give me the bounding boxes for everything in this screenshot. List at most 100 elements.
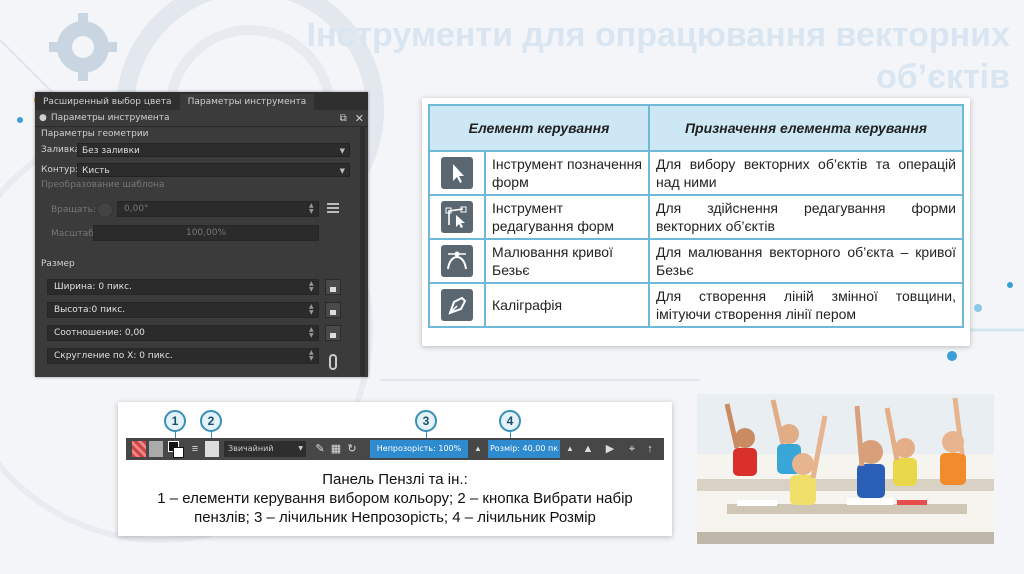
stroke-select[interactable]: Кисть ▼ [77, 163, 350, 177]
tab-tool-options[interactable]: Параметры инструмента [179, 94, 315, 110]
chain-link-icon[interactable] [329, 354, 337, 370]
marker-3: 3 [415, 410, 437, 432]
table-cell-name: Інструмент позначення форм [484, 150, 650, 196]
brushes-toolbar: ≡ Звичайний ▼ ✎ ▦ ↻ Непрозорість: 100% ▲ … [126, 438, 664, 460]
marker-1: 1 [164, 410, 186, 432]
height-field[interactable]: Высота:0 пикс. ▲ ▼ [47, 302, 319, 318]
eraser-icon[interactable]: ✎ [314, 443, 326, 455]
table-cell-name: Інструмент редагування форм [484, 194, 650, 240]
ratio-field[interactable]: Соотношение: 0,00 ▲ ▼ [47, 325, 319, 341]
tab-advanced-color[interactable]: Расширенный выбор цвета [35, 94, 180, 110]
transform-section-label: Преобразование шаблона [41, 180, 165, 190]
table-row: Каліграфія Для створення ліній змінної т… [428, 282, 964, 328]
spin-arrows-icon: ▲ ▼ [309, 349, 314, 362]
fill-value: Без заливки [82, 146, 140, 156]
blend-mode-value: Звичайний [228, 444, 274, 453]
reload-icon[interactable]: ↻ [346, 443, 358, 455]
chevron-down-icon: ▼ [339, 147, 345, 155]
controls-table-card: Елемент керування Призначення елемента к… [422, 98, 970, 346]
opacity-value: Непрозорість: 100% [376, 444, 462, 453]
slide-title: Інструменти для опрацювання векторних об… [306, 16, 1011, 96]
rotate-field[interactable]: 0,00° ▲ ▼ [117, 201, 319, 217]
brush-settings-icon[interactable]: ≡ [189, 443, 201, 455]
scale-field[interactable]: 100,00% [93, 225, 319, 241]
controls-table: Елемент керування Призначення елемента к… [428, 104, 964, 328]
table-cell-name: Малювання кривої Безьє [484, 238, 650, 284]
spin-arrows-icon[interactable]: ▲ [564, 443, 576, 455]
fill-select[interactable]: Без заливки ▼ [77, 143, 350, 157]
header-element: Елемент керування [428, 104, 650, 152]
table-cell-purpose: Для малювання векторного об’єкта – криво… [648, 238, 964, 284]
ratio-value: Соотношение: 0,00 [54, 328, 145, 338]
size-slider[interactable]: Розмір: 40,00 пк [488, 440, 560, 458]
size-section-label: Размер [41, 259, 75, 269]
spin-arrows-icon: ▲ ▼ [309, 303, 314, 316]
docker-scrollbar[interactable] [360, 126, 365, 376]
spin-arrows-icon[interactable]: ▲ [472, 443, 484, 455]
bezier-curve-icon [441, 245, 473, 277]
scale-label: Масштаб: [51, 229, 97, 239]
toolbar-caption: Панель Пензлі та ін.: 1 – елементи керув… [118, 470, 672, 527]
float-icon[interactable]: ⧉ [340, 113, 347, 124]
height-lock-button[interactable] [325, 302, 341, 318]
header-purpose: Призначення елемента керування [648, 104, 964, 152]
select-arrow-icon [441, 157, 473, 189]
classroom-photo [697, 394, 994, 544]
geometry-section-label: Параметры геометрии [41, 129, 149, 139]
calligraphy-pen-icon [441, 289, 473, 321]
marker-2: 2 [200, 410, 222, 432]
pin-icon[interactable]: ↑ [644, 443, 656, 455]
caption-line-2: 1 – елементи керування вибором кольору; … [157, 490, 633, 526]
rotate-knob[interactable] [97, 202, 113, 218]
spin-arrows-icon: ▲ ▼ [309, 326, 314, 339]
caption-line-1: Панель Пензлі та ін.: [322, 471, 468, 488]
table-cell-purpose: Для створення ліній змінної товщини, імі… [648, 282, 964, 328]
marker-4: 4 [499, 410, 521, 432]
edit-shape-icon [441, 201, 473, 233]
spin-arrows-icon: ▲ ▼ [309, 202, 314, 215]
spin-arrows-icon: ▲ ▼ [309, 280, 314, 293]
height-value: Высота:0 пикс. [54, 305, 126, 315]
rounding-x-value: Скругление по X: 0 пикс. [54, 351, 173, 361]
menu-icon[interactable] [327, 203, 339, 213]
chevron-down-icon: ▼ [298, 445, 303, 452]
gradient-swatch[interactable] [132, 441, 146, 457]
docker-header: ● Параметры инструмента ⧉ ✕ [35, 110, 368, 127]
mirror-vertical-icon[interactable]: ▶ [604, 443, 616, 455]
scale-value: 100,00% [185, 228, 227, 238]
chevron-down-icon: ▼ [339, 167, 345, 175]
table-row: Малювання кривої Безьє Для малювання век… [428, 238, 964, 284]
width-lock-button[interactable] [325, 279, 341, 295]
table-header-row: Елемент керування Призначення елемента к… [428, 104, 964, 152]
table-row: Інструмент позначення форм Для вибору ве… [428, 150, 964, 196]
docker-tabs: Расширенный выбор цвета Параметры инстру… [35, 92, 368, 110]
color-swap-icon[interactable] [168, 441, 184, 458]
brush-preset-button[interactable] [205, 441, 219, 457]
padlock-icon [330, 287, 336, 292]
table-row: Інструмент редагування форм Для здійснен… [428, 194, 964, 240]
table-cell-purpose: Для вибору векторних об’єктів та операці… [648, 150, 964, 196]
table-cell-purpose: Для здійснення редагування форми векторн… [648, 194, 964, 240]
mirror-horizontal-icon[interactable]: ▲ [582, 443, 594, 455]
padlock-icon [330, 333, 336, 338]
table-cell-name: Каліграфія [484, 282, 650, 328]
opacity-slider[interactable]: Непрозорість: 100% [370, 440, 468, 458]
ratio-lock-button[interactable] [325, 325, 341, 341]
pattern-swatch[interactable] [149, 441, 163, 457]
padlock-icon [330, 310, 336, 315]
rotate-label: Вращать: [51, 205, 96, 215]
blend-mode-select[interactable]: Звичайний ▼ [224, 441, 306, 457]
rotate-value: 0,00° [124, 204, 149, 214]
docker-title: Параметры инструмента [50, 113, 170, 123]
stroke-value: Кисть [82, 166, 110, 176]
width-field[interactable]: Ширина: 0 пикс. ▲ ▼ [47, 279, 319, 295]
width-value: Ширина: 0 пикс. [54, 282, 132, 292]
crop-icon[interactable]: ⌖ [626, 443, 638, 455]
alpha-lock-icon[interactable]: ▦ [330, 443, 342, 455]
tool-options-docker: Расширенный выбор цвета Параметры инстру… [35, 92, 368, 377]
stroke-label: Контур: [41, 165, 79, 175]
rounding-x-field[interactable]: Скругление по X: 0 пикс. ▲ ▼ [47, 348, 319, 364]
close-icon[interactable]: ✕ [355, 112, 364, 125]
lock-icon[interactable]: ● [39, 113, 47, 123]
brushes-toolbar-card: 1 2 3 4 ≡ Звичайний ▼ ✎ ▦ ↻ Непрозорість:… [118, 402, 672, 536]
